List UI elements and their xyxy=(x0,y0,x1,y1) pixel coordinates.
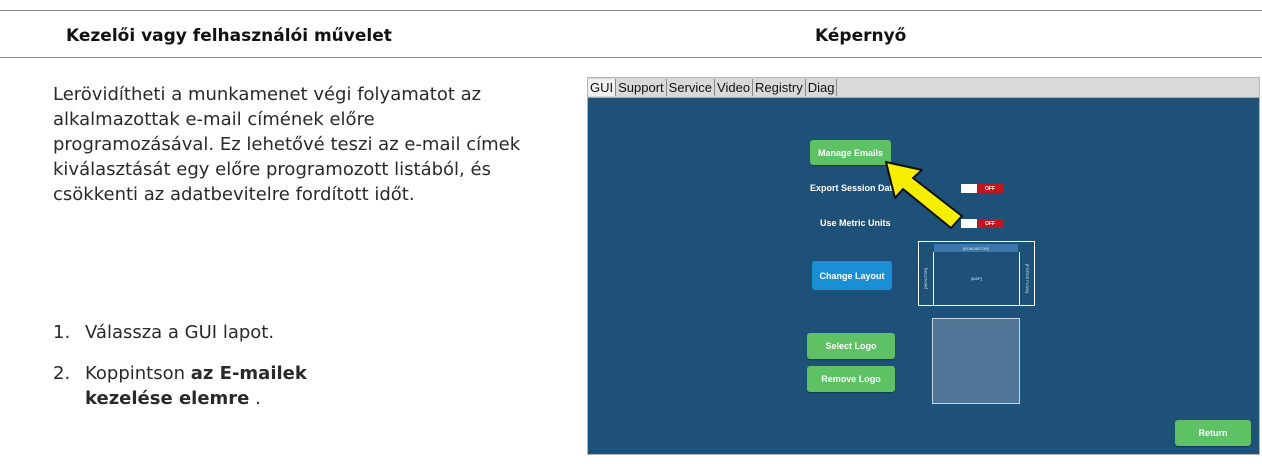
export-session-data-toggle[interactable]: OFF xyxy=(961,184,1003,193)
pointer-arrow-icon xyxy=(885,161,963,229)
layout-left-label: [MONITOR] xyxy=(923,267,929,290)
change-layout-button[interactable]: Change Layout xyxy=(812,261,892,290)
layout-right-panel: [FORCE FLOW] xyxy=(1019,252,1034,305)
step-item: 1. Válassza a GUI lapot. xyxy=(53,320,523,345)
return-button[interactable]: Return xyxy=(1175,420,1251,446)
tab-gui[interactable]: GUI xyxy=(588,79,617,96)
layout-preview: [ELMONITOR] [MONITOR] [MAP] [FORCE FLOW] xyxy=(918,241,1035,306)
manage-emails-button[interactable]: Manage Emails xyxy=(810,140,891,165)
use-metric-units-label: Use Metric Units xyxy=(820,218,891,228)
step-item: 2. Koppintson az E-mailek kezelése elemr… xyxy=(53,361,523,411)
select-logo-button[interactable]: Select Logo xyxy=(807,333,895,359)
step-text: Válassza a GUI lapot. xyxy=(85,322,275,343)
column-header-screen: Képernyő xyxy=(815,26,907,46)
column-header-action: Kezelői vagy felhasználói művelet xyxy=(66,26,392,46)
tab-diag[interactable]: Diag xyxy=(806,79,838,96)
steps-list: 1. Válassza a GUI lapot. 2. Koppintson a… xyxy=(53,320,523,427)
table-top-rule xyxy=(0,10,1262,11)
step-number: 1. xyxy=(53,322,71,343)
tab-video[interactable]: Video xyxy=(715,79,754,96)
tab-registry[interactable]: Registry xyxy=(753,79,806,96)
layout-left-panel: [MONITOR] xyxy=(919,252,934,305)
step-text-after: . xyxy=(249,388,261,409)
toggle-off-label: OFF xyxy=(977,184,1003,193)
step-number: 2. xyxy=(53,363,71,384)
step-text-before: Koppintson xyxy=(85,363,191,384)
tab-service[interactable]: Service xyxy=(667,79,716,96)
description-text: Lerövidítheti a munkamenet végi folyamat… xyxy=(53,84,521,205)
toggle-off-label: OFF xyxy=(977,219,1003,228)
layout-right-label: [FORCE FLOW] xyxy=(1024,264,1030,293)
layout-top-panel: [ELMONITOR] xyxy=(934,244,1018,252)
remove-logo-button[interactable]: Remove Logo xyxy=(807,366,895,392)
tab-support[interactable]: Support xyxy=(616,79,667,96)
tab-bar: GUI Support Service Video Registry Diag xyxy=(588,78,1259,98)
device-screenshot: GUI Support Service Video Registry Diag … xyxy=(587,77,1260,455)
table-header-rule xyxy=(0,57,1262,58)
step-text: Koppintson az E-mailek kezelése elemre . xyxy=(75,361,375,411)
use-metric-units-toggle[interactable]: OFF xyxy=(961,219,1003,228)
layout-center-panel: [MAP] xyxy=(971,276,982,281)
logo-preview xyxy=(932,318,1020,404)
